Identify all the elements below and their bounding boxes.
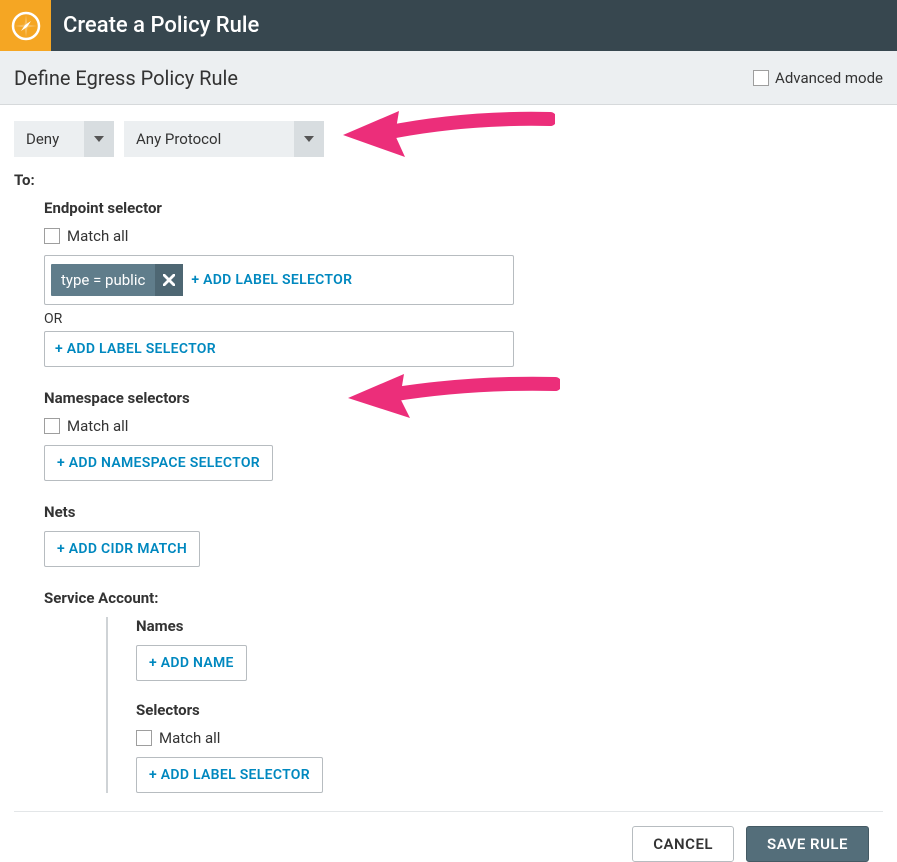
advanced-mode-checkbox[interactable] [753,70,769,86]
add-name-button[interactable]: + ADD NAME [136,645,247,681]
caret-down-icon [294,121,324,157]
match-all-label: Match all [159,729,220,747]
footer-actions: CANCEL SAVE RULE [0,812,897,862]
title-bar: Create a Policy Rule [0,0,897,51]
sa-match-all[interactable]: Match all [136,729,883,747]
page-title: Create a Policy Rule [63,13,259,38]
add-label-selector-button[interactable]: + ADD LABEL SELECTOR [191,272,352,288]
caret-down-icon [84,121,114,157]
cancel-button[interactable]: CANCEL [632,826,734,862]
protocol-select[interactable]: Any Protocol [124,121,324,157]
add-cidr-match-button[interactable]: + ADD CIDR MATCH [44,531,200,567]
remove-chip-button[interactable] [155,264,183,296]
selectors-heading: Selectors [136,701,883,719]
advanced-mode-label: Advanced mode [775,69,883,87]
nets-heading: Nets [44,503,883,521]
subheader: Define Egress Policy Rule Advanced mode [0,51,897,105]
names-heading: Names [136,617,883,635]
endpoint-match-all-checkbox[interactable] [44,228,60,244]
add-label-selector-button[interactable]: + ADD LABEL SELECTOR [136,757,323,793]
endpoint-or-selector-box[interactable]: + ADD LABEL SELECTOR [44,331,514,367]
action-select-value: Deny [14,130,84,148]
endpoint-selector-heading: Endpoint selector [44,199,883,217]
save-rule-button[interactable]: SAVE RULE [746,826,869,862]
protocol-select-value: Any Protocol [124,130,294,148]
namespace-selectors-heading: Namespace selectors [44,389,883,407]
namespace-match-all-checkbox[interactable] [44,418,60,434]
or-label: OR [44,311,883,327]
label-chip-text: type = public [51,271,155,289]
match-all-label: Match all [67,227,128,245]
endpoint-label-selector-box[interactable]: type = public + ADD LABEL SELECTOR [44,255,514,305]
endpoint-match-all[interactable]: Match all [44,227,883,245]
match-all-label: Match all [67,417,128,435]
app-logo [0,0,51,51]
service-account-heading: Service Account: [44,589,883,607]
compass-icon [10,10,42,42]
advanced-mode-toggle[interactable]: Advanced mode [753,69,883,87]
add-namespace-selector-button[interactable]: + ADD NAMESPACE SELECTOR [44,445,273,481]
close-icon [163,274,175,286]
label-chip: type = public [51,264,183,296]
namespace-match-all[interactable]: Match all [44,417,883,435]
action-select[interactable]: Deny [14,121,114,157]
to-label: To: [14,171,883,189]
sa-match-all-checkbox[interactable] [136,730,152,746]
form-body: Deny Any Protocol To: Endpoint selector … [0,105,897,793]
subheader-title: Define Egress Policy Rule [14,66,238,90]
add-label-selector-button[interactable]: + ADD LABEL SELECTOR [55,341,216,357]
